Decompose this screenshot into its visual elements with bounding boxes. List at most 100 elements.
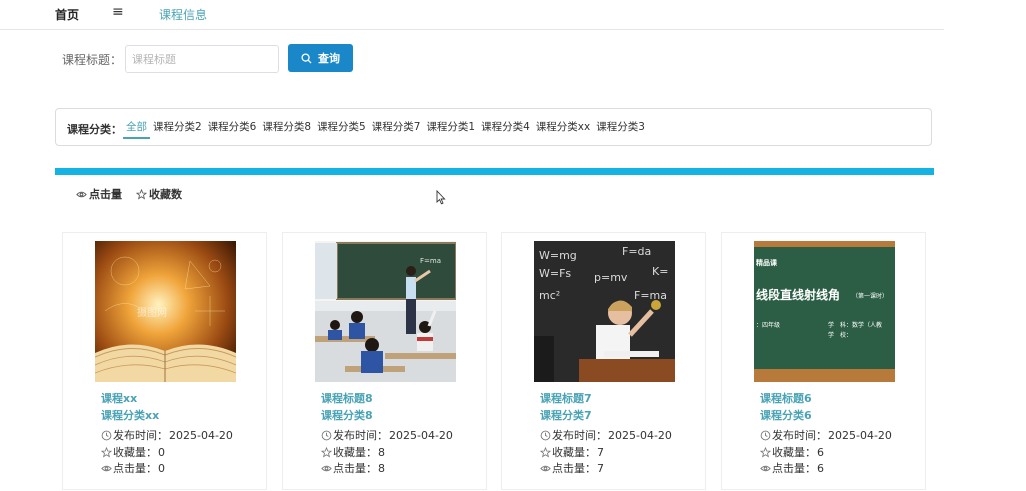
category-item-7[interactable]: 课程分类7 — [369, 109, 424, 145]
search-button[interactable]: 查询 — [288, 44, 353, 72]
category-item-xx[interactable]: 课程分类xx — [533, 109, 593, 145]
category-list: 全部 课程分类2 课程分类6 课程分类8 课程分类5 课程分类7 课程分类1 课… — [123, 109, 648, 145]
eye-icon — [760, 465, 771, 471]
nav-home-link[interactable]: 首页 — [55, 6, 79, 23]
favorite-count: 收藏量： 6 — [760, 444, 824, 460]
mouse-cursor-icon — [436, 190, 446, 205]
favorite-count-label: 收藏量： — [552, 446, 596, 459]
course-category: 课程分类7 — [540, 409, 592, 422]
course-card[interactable]: 摄图网 课程xx 课程分类xx 发布时间： 2025-04-20 收藏量： 0 点击… — [62, 232, 267, 490]
eye-icon — [101, 465, 112, 471]
star-icon — [321, 446, 332, 458]
favorite-count-value: 0 — [158, 445, 165, 459]
clock-icon — [321, 430, 332, 440]
image-board-text: ：四年级 — [756, 321, 780, 329]
publish-time-value: 2025-04-20 — [608, 428, 672, 442]
category-item-6[interactable]: 课程分类6 — [205, 109, 260, 145]
menu-icon[interactable]: ≡ — [112, 4, 124, 20]
view-count-value: 6 — [817, 461, 824, 475]
image-board-text: 线段直线射线角 — [756, 287, 840, 302]
eye-icon — [540, 465, 551, 471]
category-filter: 课程分类： 全部 课程分类2 课程分类6 课程分类8 课程分类5 课程分类7 课… — [55, 108, 932, 146]
search-input[interactable] — [125, 45, 279, 73]
category-label: 课程分类： — [67, 123, 122, 136]
image-board-text: K= — [652, 265, 668, 278]
view-count-label: 点击量： — [113, 462, 157, 475]
course-card[interactable]: W=mg F=da W=Fs K= mc² p=mv F=ma 课程标题7 课程… — [501, 232, 706, 490]
view-count-value: 8 — [378, 461, 385, 475]
top-nav: 首页 ≡ 课程信息 — [0, 0, 944, 30]
eye-icon — [76, 191, 87, 197]
favorite-count-label: 收藏量： — [333, 446, 377, 459]
course-title[interactable]: 课程xx — [101, 390, 137, 406]
category-item-4[interactable]: 课程分类4 — [478, 109, 533, 145]
search-button-label: 查询 — [318, 52, 340, 65]
course-title[interactable]: 课程标题6 — [760, 390, 812, 406]
category-item-2[interactable]: 课程分类2 — [150, 109, 205, 145]
course-category: 课程分类8 — [321, 409, 373, 422]
search-icon — [301, 52, 312, 64]
favorite-count-value: 7 — [597, 445, 604, 459]
category-item-1[interactable]: 课程分类1 — [423, 109, 478, 145]
category-item-all[interactable]: 全部 — [123, 109, 150, 145]
category-item-5[interactable]: 课程分类5 — [314, 109, 369, 145]
course-image[interactable]: W=mg F=da W=Fs K= mc² p=mv F=ma — [534, 241, 675, 382]
search-label: 课程标题： — [62, 53, 123, 67]
category-item-8[interactable]: 课程分类8 — [259, 109, 314, 145]
view-count: 点击量： 7 — [540, 460, 604, 476]
course-image[interactable]: 摄图网 — [95, 241, 236, 382]
view-count: 点击量： 6 — [760, 460, 824, 476]
sort-favorites-label: 收藏数 — [149, 188, 182, 201]
course-card[interactable]: 精品课 线段直线射线角 （第一课时） ：四年级 学 科：数学（人教 学 校： 课… — [721, 232, 926, 490]
clock-icon — [760, 430, 771, 440]
star-icon — [136, 188, 147, 200]
category-item-3[interactable]: 课程分类3 — [593, 109, 648, 145]
view-count-value: 0 — [158, 461, 165, 475]
image-board-text: W=Fs — [539, 267, 571, 280]
view-count-value: 7 — [597, 461, 604, 475]
star-icon — [540, 446, 551, 458]
publish-time-label: 发布时间： — [552, 429, 607, 442]
star-icon — [101, 446, 112, 458]
course-image[interactable]: F=ma — [315, 241, 456, 382]
favorite-count: 收藏量： 0 — [101, 444, 165, 460]
image-board-text: F=da — [622, 245, 651, 258]
sort-by-favorites[interactable]: 收藏数 — [136, 186, 182, 202]
publish-time: 发布时间： 2025-04-20 — [540, 427, 672, 443]
course-title[interactable]: 课程标题8 — [321, 390, 373, 406]
course-category: 课程分类xx — [101, 409, 160, 422]
publish-time: 发布时间： 2025-04-20 — [101, 427, 233, 443]
favorite-count-value: 8 — [378, 445, 385, 459]
view-count: 点击量： 0 — [101, 460, 165, 476]
view-count: 点击量： 8 — [321, 460, 385, 476]
sort-views-label: 点击量 — [89, 188, 122, 201]
view-count-label: 点击量： — [333, 462, 377, 475]
favorite-count: 收藏量： 8 — [321, 444, 385, 460]
nav-tab-course-info[interactable]: 课程信息 — [159, 6, 207, 23]
publish-time-value: 2025-04-20 — [169, 428, 233, 442]
publish-time-label: 发布时间： — [113, 429, 168, 442]
star-icon — [760, 446, 771, 458]
image-board-text: 学 校： — [828, 331, 852, 339]
image-board-text: p=mv — [594, 271, 628, 284]
image-board-text: （第一课时） — [852, 292, 888, 300]
publish-time-value: 2025-04-20 — [828, 428, 892, 442]
favorite-count-label: 收藏量： — [772, 446, 816, 459]
favorite-count: 收藏量： 7 — [540, 444, 604, 460]
sort-by-views[interactable]: 点击量 — [76, 186, 122, 202]
publish-time-label: 发布时间： — [333, 429, 388, 442]
image-board-text: F=ma — [634, 289, 667, 302]
course-category: 课程分类6 — [760, 409, 812, 422]
course-image[interactable]: 精品课 线段直线射线角 （第一课时） ：四年级 学 科：数学（人教 学 校： — [754, 241, 895, 382]
image-board-text: W=mg — [539, 249, 577, 262]
publish-time-value: 2025-04-20 — [389, 428, 453, 442]
course-card[interactable]: F=ma 课程标题8 课程分类8 发布时间：2025-04-20 收藏量：8 — [282, 232, 487, 490]
clock-icon — [101, 430, 112, 440]
image-watermark: 摄图网 — [137, 306, 167, 319]
publish-time: 发布时间： 2025-04-20 — [321, 427, 453, 443]
course-title[interactable]: 课程标题7 — [540, 390, 592, 406]
image-board-text: mc² — [539, 289, 560, 302]
image-board-text: 精品课 — [756, 258, 778, 267]
view-count-label: 点击量： — [772, 462, 816, 475]
favorite-count-value: 6 — [817, 445, 824, 459]
